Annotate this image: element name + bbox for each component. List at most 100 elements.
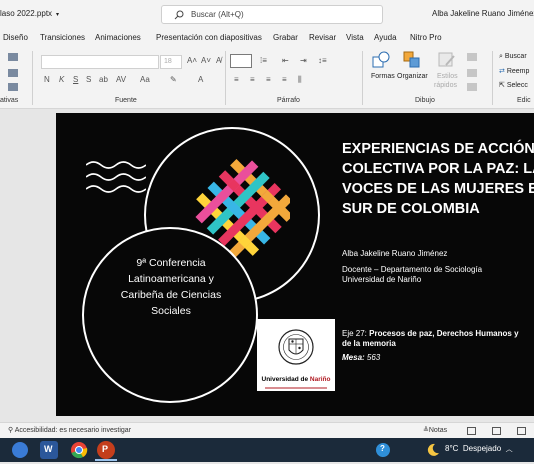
replace-button[interactable]: ⇄ Reemp <box>499 67 529 75</box>
help-icon[interactable]: ? <box>376 443 390 457</box>
underline-icon[interactable]: S <box>73 75 78 84</box>
justify-icon[interactable]: ≡ <box>282 75 287 84</box>
line-spacing-icon[interactable]: ↕≡ <box>318 56 327 65</box>
increase-indent-icon[interactable]: ⇥ <box>300 56 307 65</box>
user-name[interactable]: Alba Jakeline Ruano Jiménez <box>432 9 534 18</box>
title-line: SUR DE COLOMBIA <box>342 201 480 217</box>
shapes-icon[interactable] <box>372 51 390 69</box>
mesa-label: Mesa: <box>342 353 365 362</box>
strikethrough-icon[interactable]: S <box>86 75 91 84</box>
taskbar: W P ? 8°C Despejado ︿ <box>0 438 534 462</box>
italic-icon[interactable]: K <box>59 75 64 84</box>
tab-ayuda[interactable]: Ayuda <box>374 33 397 42</box>
university-motto-line <box>265 387 327 389</box>
wave-decoration <box>86 161 146 193</box>
university-name-part: Universidad de <box>261 376 310 383</box>
align-left-icon[interactable]: ≡ <box>234 75 239 84</box>
decrease-font-icon[interactable]: A˅ <box>201 56 211 65</box>
search-icon <box>174 10 184 20</box>
university-seal-icon <box>278 329 314 365</box>
tab-vista[interactable]: Vista <box>346 33 364 42</box>
spacing-icon[interactable]: AV <box>116 75 126 84</box>
title-line: EXPERIENCIAS DE ACCIÓN <box>342 141 534 157</box>
tab-transiciones[interactable]: Transiciones <box>40 33 85 42</box>
new-slide-icon[interactable] <box>8 53 18 61</box>
university-logo: Universidad de Nariño <box>257 319 335 391</box>
ribbon: ativas 18 A˄ A˅ A̸ N K S S ab AV Aa ✎ A … <box>0 47 534 109</box>
shapes-label[interactable]: Formas <box>371 73 395 80</box>
quick-styles-icon[interactable] <box>438 51 456 69</box>
active-app-indicator <box>95 459 117 461</box>
slide-sorter-icon[interactable] <box>492 427 501 435</box>
word-icon[interactable]: W <box>40 441 58 459</box>
select-button[interactable]: ⇱ Selecc <box>499 81 528 89</box>
moon-icon <box>427 443 439 456</box>
tab-presentacion[interactable]: Presentación con diapositivas <box>156 33 262 42</box>
shape-outline-icon[interactable] <box>467 69 477 77</box>
group-label-parrafo: Párrafo <box>277 97 300 104</box>
eje-title: Procesos de paz, Derechos Humanos y <box>369 329 519 338</box>
layout-icon[interactable] <box>8 69 18 77</box>
slide-title: EXPERIENCIAS DE ACCIÓN COLECTIVA POR LA … <box>342 139 534 219</box>
columns-icon[interactable]: ⫼ <box>298 75 302 85</box>
ribbon-tabs: Diseño Transiciones Animaciones Presenta… <box>0 30 534 47</box>
tab-diseno[interactable]: Diseño <box>3 33 28 42</box>
tab-revisar[interactable]: Revisar <box>309 33 336 42</box>
taskview-icon[interactable] <box>12 442 28 458</box>
font-family-box[interactable] <box>41 55 159 69</box>
chrome-icon[interactable] <box>70 441 88 459</box>
conference-text: 9ª Conferencia Latinoamericana y Caribeñ… <box>96 255 246 319</box>
numbering-icon[interactable]: ⁞≡ <box>260 56 267 65</box>
align-right-icon[interactable]: ≡ <box>266 75 271 84</box>
eje-title-2: de la memoria <box>342 339 396 348</box>
author-affiliation: Docente – Departamento de Sociología Uni… <box>342 265 482 285</box>
group-label-edicion: Edic <box>517 97 531 104</box>
conference-line: Sociales <box>151 305 191 317</box>
shape-effects-icon[interactable] <box>467 83 477 91</box>
search-placeholder: Buscar (Alt+Q) <box>191 10 244 19</box>
author-name: Alba Jakeline Ruano Jiménez <box>342 249 448 258</box>
notes-button[interactable]: ≜Notas <box>423 426 447 434</box>
highlight-icon[interactable]: ✎ <box>170 75 177 84</box>
font-color-icon[interactable]: A <box>198 75 203 84</box>
shape-fill-icon[interactable] <box>467 53 477 61</box>
quick-styles-label-2[interactable]: rápidos <box>434 82 457 89</box>
arrange-icon[interactable] <box>403 51 421 69</box>
file-name[interactable]: laso 2022.pptx ▾ <box>0 9 59 18</box>
font-size-box[interactable]: 18 <box>160 55 182 69</box>
mesa-text: Mesa: 563 <box>342 353 380 362</box>
search-box[interactable]: Buscar (Alt+Q) <box>161 5 383 24</box>
powerpoint-icon[interactable]: P <box>97 441 115 459</box>
eje-text: Eje 27: Procesos de paz, Derechos Humano… <box>342 329 519 349</box>
section-icon[interactable] <box>8 83 18 91</box>
arrange-label[interactable]: Organizar <box>397 73 428 80</box>
title-line: COLECTIVA POR LA PAZ: LA <box>342 161 534 177</box>
separator <box>492 51 493 105</box>
tab-animaciones[interactable]: Animaciones <box>95 33 141 42</box>
slide[interactable]: 9ª Conferencia Latinoamericana y Caribeñ… <box>56 113 534 416</box>
clear-format-icon[interactable]: A̸ <box>216 56 221 65</box>
accessibility-status[interactable]: ⚲ Accesibilidad: es necesario investigar <box>8 426 131 434</box>
university-name: Universidad de Nariño <box>257 376 335 383</box>
align-center-icon[interactable]: ≡ <box>250 75 255 84</box>
change-case-icon[interactable]: Aa <box>140 75 150 84</box>
quick-styles-label[interactable]: Estilos <box>437 73 458 80</box>
author-role: Docente – Departamento de Sociología <box>342 265 483 274</box>
bullets-icon[interactable] <box>230 54 252 68</box>
find-button[interactable]: ⌕ Buscar <box>499 53 527 61</box>
conference-line: Caribeña de Ciencias <box>120 289 222 301</box>
tab-grabar[interactable]: Grabar <box>273 33 298 42</box>
title-line: VOCES DE LAS MUJERES E <box>342 181 534 197</box>
reading-view-icon[interactable] <box>517 427 526 435</box>
increase-font-icon[interactable]: A˄ <box>187 56 197 65</box>
tab-nitro-pro[interactable]: Nitro Pro <box>410 33 442 42</box>
shadow-icon[interactable]: ab <box>99 75 108 84</box>
bold-icon[interactable]: N <box>44 75 50 84</box>
normal-view-icon[interactable] <box>467 427 476 435</box>
author-institution: Universidad de Nariño <box>342 275 422 284</box>
separator <box>225 51 226 105</box>
separator <box>362 51 363 105</box>
decrease-indent-icon[interactable]: ⇤ <box>282 56 289 65</box>
weather-widget[interactable]: 8°C Despejado ︿ <box>445 444 513 454</box>
university-name-accent: Nariño <box>309 376 331 383</box>
